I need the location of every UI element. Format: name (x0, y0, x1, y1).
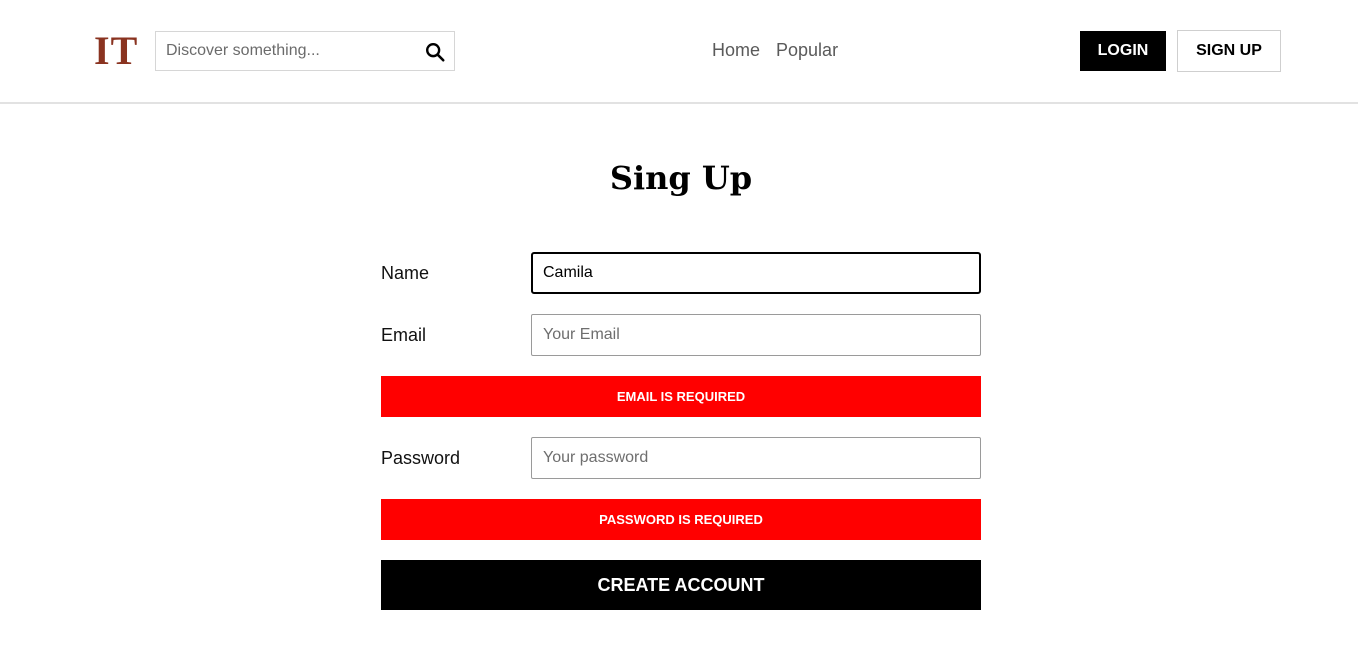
password-error-message: PASSWORD IS REQUIRED (381, 499, 981, 540)
site-header: IT Home Popular LOGIN SIGN UP (0, 0, 1358, 104)
main-nav: Home Popular (712, 40, 838, 61)
password-label: Password (381, 448, 461, 468)
email-label: Email (381, 325, 427, 345)
nav-link-home[interactable]: Home (712, 40, 760, 61)
signup-button[interactable]: SIGN UP (1177, 30, 1281, 72)
email-field[interactable] (531, 314, 981, 356)
search-icon[interactable] (424, 41, 446, 63)
search-box (155, 31, 455, 71)
password-row: Password (381, 437, 981, 479)
search-input[interactable] (156, 32, 416, 70)
nav-link-popular[interactable]: Popular (776, 40, 838, 61)
page-title: Sing Up (609, 159, 753, 197)
email-row: Email (381, 314, 981, 356)
password-field[interactable] (531, 437, 981, 479)
login-button[interactable]: LOGIN (1080, 31, 1166, 71)
email-error-message: EMAIL IS REQUIRED (381, 376, 981, 417)
name-label: Name (381, 263, 430, 283)
name-field[interactable] (531, 252, 981, 294)
create-account-button[interactable]: CREATE ACCOUNT (381, 560, 981, 610)
name-row: Name (381, 252, 981, 294)
site-logo[interactable]: IT (94, 31, 138, 71)
